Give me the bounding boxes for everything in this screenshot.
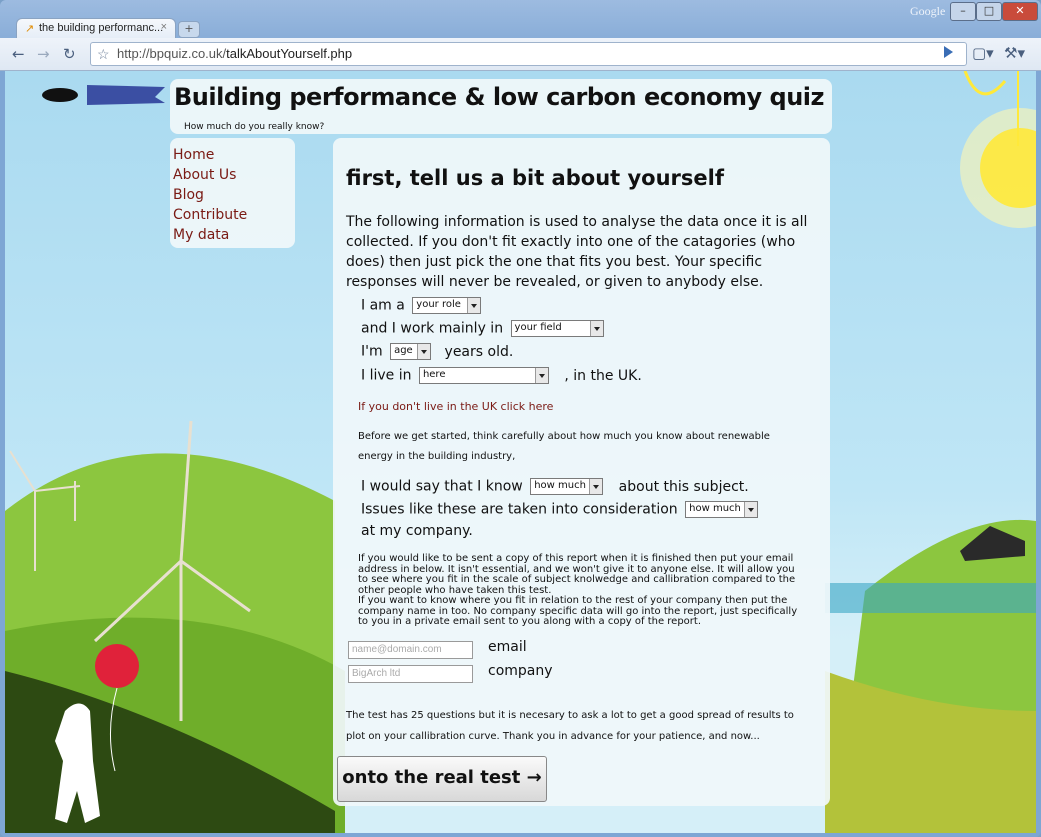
issues-label: Issues like these are taken into conside… [361,501,678,518]
knowledge-suffix: about this subject. [618,478,749,495]
chevron-down-icon [589,479,603,494]
wrench-menu-icon[interactable]: ⚒▾ [1004,44,1025,62]
field-select[interactable]: your field [510,320,604,337]
bookmark-star-icon[interactable]: ☆ [97,43,110,65]
back-icon[interactable]: ← [12,45,25,63]
field-row: and I work mainly in your field [361,320,607,337]
banner-icon [87,85,165,105]
nav-home[interactable]: Home [173,147,214,163]
company-field[interactable]: BigArch ltd [348,665,473,683]
start-test-button[interactable]: onto the real test → [337,756,547,802]
browser-tab[interactable]: ↗ the building performanc... × [16,18,176,39]
issues-select[interactable]: how much [685,501,759,518]
age-suffix: years old. [444,343,514,360]
balloon-icon [95,644,139,688]
knowledge-row: I would say that I know how much about t… [361,478,749,495]
role-select[interactable]: your role [412,297,482,314]
chevron-down-icon [534,368,548,383]
maximize-button[interactable]: □ [976,2,1002,21]
nav-about-us[interactable]: About Us [173,167,236,183]
issues-select-value: how much [689,503,741,514]
role-select-value: your role [416,299,461,310]
closing-text: The test has 25 questions but it is nece… [346,710,794,742]
url-path: talkAboutYourself.php [226,46,353,61]
location-select[interactable]: here [418,367,549,384]
chevron-down-icon [744,502,758,517]
url-text: http://bpquiz.co.uk/talkAboutYourself.ph… [117,43,352,65]
age-label: I'm [361,343,383,360]
form-heading: first, tell us a bit about yourself [346,166,724,190]
new-tab-button[interactable]: + [178,21,200,38]
tab-close-icon[interactable]: × [161,21,167,33]
about-yourself-form: first, tell us a bit about yourself The … [333,138,830,806]
page-menu-icon[interactable]: ▢▾ [972,44,994,62]
nav-my-data[interactable]: My data [173,227,229,243]
page-viewport: Building performance & low carbon econom… [5,71,1036,833]
location-select-value: here [422,369,446,380]
age-row: I'm age years old. [361,343,513,360]
field-label: and I work mainly in [361,320,504,337]
site-subtitle: How much do you really know? [184,122,325,132]
chevron-down-icon [467,298,481,313]
browser-window: ↗ the building performanc... × + Google … [0,0,1041,837]
company-explainer: If you want to know where you fit in rel… [358,595,798,627]
chevron-down-icon [589,321,603,336]
side-nav: Home About Us Blog Contribute My data [170,138,295,248]
google-label: Google [910,4,946,18]
issues-suffix-row: at my company. [361,523,473,539]
title-bar: ↗ the building performanc... × + Google … [0,0,1041,39]
think-text: Before we get started, think carefully a… [358,431,770,462]
forward-icon[interactable]: → [37,45,50,63]
role-label: I am a [361,297,405,314]
age-select[interactable]: age [390,343,432,360]
url-domain: http://bpquiz.co.uk/ [117,46,227,61]
age-select-value: age [394,345,413,356]
airship-icon [42,88,78,102]
site-title: Building performance & low carbon econom… [174,83,825,111]
knowledge-label: I would say that I know [361,478,523,495]
email-label: email [488,639,527,655]
email-explainer: If you would like to be sent a copy of t… [358,553,796,596]
site-header: Building performance & low carbon econom… [170,79,832,134]
tab-title: the building performanc... [39,22,164,34]
company-label: company [488,663,553,679]
close-window-button[interactable]: ✕ [1002,2,1038,21]
browser-toolbar: ← → ↻ ☆ http://bpquiz.co.uk/talkAboutYou… [0,38,1041,71]
location-row: I live in here , in the UK. [361,367,642,384]
knowledge-select-value: how much [534,480,586,491]
reload-icon[interactable]: ↻ [63,45,76,63]
non-uk-link[interactable]: If you don't live in the UK click here [358,400,553,413]
page-favicon-icon: ↗ [25,23,35,35]
knowledge-select[interactable]: how much [530,478,604,495]
role-row: I am a your role [361,297,484,314]
location-suffix: , in the UK. [564,367,642,384]
chevron-down-icon [417,344,431,359]
company-issues-row: Issues like these are taken into conside… [361,501,761,518]
address-bar[interactable]: ☆ http://bpquiz.co.uk/talkAboutYourself.… [90,42,967,66]
location-label: I live in [361,367,412,384]
issues-suffix: at my company. [361,523,473,539]
nav-contribute[interactable]: Contribute [173,207,247,223]
email-field[interactable]: name@domain.com [348,641,473,659]
intro-text: The following information is used to ana… [346,214,808,290]
minimize-button[interactable]: – [950,2,976,21]
go-icon[interactable] [944,46,953,58]
field-select-value: your field [514,322,562,333]
nav-blog[interactable]: Blog [173,187,204,203]
